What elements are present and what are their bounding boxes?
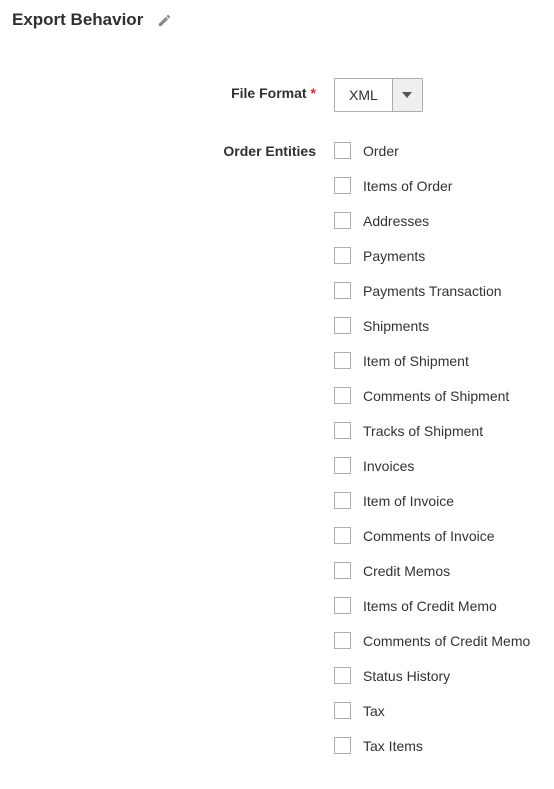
checkbox-row: Status History [334, 667, 544, 684]
checkbox-row: Items of Credit Memo [334, 597, 544, 614]
order-entities-field-col: Order Items of Order Addresses Payments Paym… [334, 137, 544, 754]
checkbox[interactable] [334, 422, 351, 439]
checkbox-label[interactable]: Comments of Shipment [363, 388, 509, 404]
required-mark: * [311, 85, 316, 101]
checkbox-row: Items of Order [334, 177, 544, 194]
file-format-field-col: XML [334, 78, 544, 112]
checkbox-label[interactable]: Comments of Invoice [363, 528, 495, 544]
checkbox-row: Payments [334, 247, 544, 264]
checkbox-row: Shipments [334, 317, 544, 334]
checkbox[interactable] [334, 212, 351, 229]
checkbox-label[interactable]: Payments [363, 248, 425, 264]
checkbox-label[interactable]: Tax [363, 703, 385, 719]
checkbox[interactable] [334, 702, 351, 719]
checkbox-label[interactable]: Comments of Credit Memo [363, 633, 530, 649]
checkbox-label[interactable]: Item of Shipment [363, 353, 469, 369]
checkbox-row: Addresses [334, 212, 544, 229]
checkbox[interactable] [334, 317, 351, 334]
section-title: Export Behavior [12, 10, 143, 30]
checkbox[interactable] [334, 352, 351, 369]
edit-icon[interactable] [157, 13, 172, 28]
checkbox-row: Item of Invoice [334, 492, 544, 509]
checkbox-row: Item of Shipment [334, 352, 544, 369]
section-header: Export Behavior [12, 10, 544, 30]
checkbox[interactable] [334, 527, 351, 544]
checkbox-label[interactable]: Invoices [363, 458, 414, 474]
checkbox-row: Tax [334, 702, 544, 719]
checkbox[interactable] [334, 632, 351, 649]
checkbox-row: Credit Memos [334, 562, 544, 579]
checkbox-label[interactable]: Items of Credit Memo [363, 598, 497, 614]
checkbox[interactable] [334, 492, 351, 509]
checkbox-row: Comments of Invoice [334, 527, 544, 544]
file-format-row: File Format * XML [12, 78, 544, 112]
file-format-label: File Format [231, 85, 306, 101]
checkbox-label[interactable]: Payments Transaction [363, 283, 502, 299]
checkbox[interactable] [334, 142, 351, 159]
checkbox[interactable] [334, 282, 351, 299]
checkbox-label[interactable]: Tracks of Shipment [363, 423, 483, 439]
checkbox-label[interactable]: Item of Invoice [363, 493, 454, 509]
checkbox-row: Comments of Shipment [334, 387, 544, 404]
checkbox[interactable] [334, 177, 351, 194]
checkbox-row: Comments of Credit Memo [334, 632, 544, 649]
checkbox-row: Order [334, 142, 544, 159]
checkbox-label[interactable]: Addresses [363, 213, 429, 229]
checkbox[interactable] [334, 562, 351, 579]
checkbox-label[interactable]: Credit Memos [363, 563, 450, 579]
checkbox-row: Invoices [334, 457, 544, 474]
checkbox-label[interactable]: Tax Items [363, 738, 423, 754]
checkbox-row: Tracks of Shipment [334, 422, 544, 439]
checkbox-row: Payments Transaction [334, 282, 544, 299]
chevron-down-icon [392, 79, 422, 111]
order-entities-label: Order Entities [223, 143, 316, 159]
checkbox-row: Tax Items [334, 737, 544, 754]
checkbox[interactable] [334, 387, 351, 404]
order-entities-label-col: Order Entities [12, 137, 334, 159]
checkbox[interactable] [334, 457, 351, 474]
file-format-label-col: File Format * [12, 78, 334, 101]
checkbox-label[interactable]: Shipments [363, 318, 429, 334]
order-entities-row: Order Entities Order Items of Order Addres… [12, 137, 544, 754]
checkbox-list: Order Items of Order Addresses Payments Paym… [334, 137, 544, 754]
checkbox-label[interactable]: Items of Order [363, 178, 452, 194]
checkbox-label[interactable]: Order [363, 143, 399, 159]
file-format-select[interactable]: XML [334, 78, 423, 112]
checkbox[interactable] [334, 667, 351, 684]
checkbox[interactable] [334, 597, 351, 614]
checkbox[interactable] [334, 247, 351, 264]
file-format-value: XML [335, 79, 392, 111]
checkbox-label[interactable]: Status History [363, 668, 450, 684]
checkbox[interactable] [334, 737, 351, 754]
